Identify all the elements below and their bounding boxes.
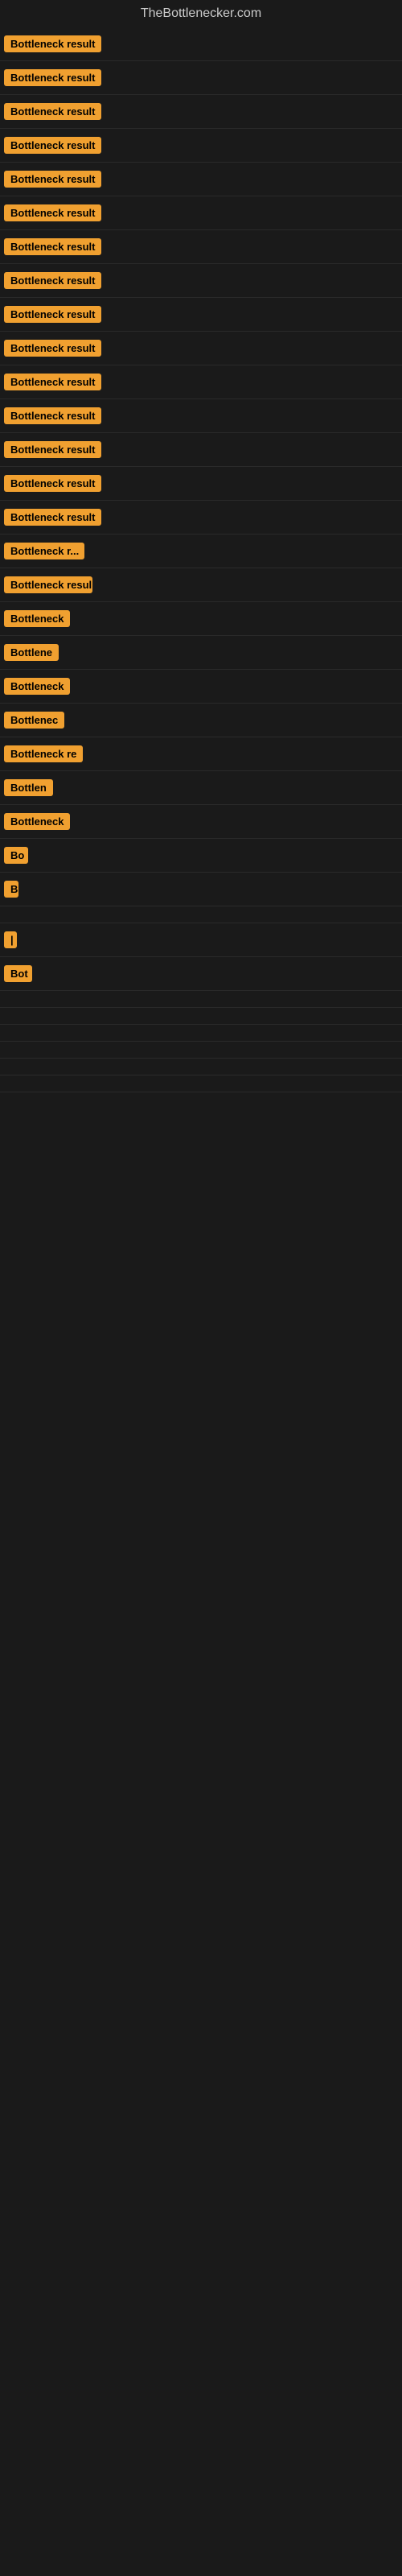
bottleneck-result-badge[interactable]: Bottlene bbox=[4, 644, 59, 661]
list-item: Bottlenec bbox=[0, 704, 402, 737]
list-item: Bottleneck result bbox=[0, 230, 402, 264]
list-item: Bottlen bbox=[0, 771, 402, 805]
list-item: Bottlene bbox=[0, 636, 402, 670]
bottleneck-result-badge[interactable]: Bot bbox=[4, 965, 32, 982]
list-item: B bbox=[0, 873, 402, 906]
bottleneck-result-badge[interactable]: Bottleneck result bbox=[4, 306, 101, 323]
bottleneck-result-badge[interactable]: Bottleneck result bbox=[4, 407, 101, 424]
bottleneck-result-badge[interactable]: Bottleneck bbox=[4, 813, 70, 830]
list-item: Bottleneck result bbox=[0, 467, 402, 501]
list-item bbox=[0, 991, 402, 1008]
list-item bbox=[0, 1059, 402, 1075]
list-item: Bottleneck result bbox=[0, 332, 402, 365]
bottleneck-result-badge[interactable]: Bottlenec bbox=[4, 712, 64, 729]
bottleneck-result-badge[interactable]: Bottleneck result bbox=[4, 137, 101, 154]
list-item: Bottleneck result bbox=[0, 129, 402, 163]
list-item: Bottleneck result bbox=[0, 501, 402, 535]
list-item: Bot bbox=[0, 957, 402, 991]
bottleneck-result-badge[interactable]: Bottleneck result bbox=[4, 475, 101, 492]
bottleneck-result-badge[interactable]: Bottleneck result bbox=[4, 441, 101, 458]
bottleneck-result-badge[interactable]: Bottleneck resul bbox=[4, 576, 92, 593]
list-item: Bottleneck result bbox=[0, 95, 402, 129]
list-item: Bottleneck bbox=[0, 805, 402, 839]
list-item bbox=[0, 1008, 402, 1025]
bottleneck-result-badge[interactable]: Bottleneck result bbox=[4, 103, 101, 120]
bottleneck-result-badge[interactable]: Bottleneck result bbox=[4, 171, 101, 188]
list-item: Bottleneck r... bbox=[0, 535, 402, 568]
list-item: Bottleneck result bbox=[0, 27, 402, 61]
list-item bbox=[0, 1025, 402, 1042]
bottleneck-result-badge[interactable]: Bottleneck result bbox=[4, 204, 101, 221]
list-item: | bbox=[0, 923, 402, 957]
list-item: Bo bbox=[0, 839, 402, 873]
bottleneck-result-badge[interactable]: Bottleneck result bbox=[4, 374, 101, 390]
bottleneck-result-badge[interactable]: Bottleneck result bbox=[4, 340, 101, 357]
list-item: Bottleneck result bbox=[0, 61, 402, 95]
list-item: Bottleneck result bbox=[0, 433, 402, 467]
bottleneck-result-badge[interactable]: Bottleneck bbox=[4, 678, 70, 695]
bottleneck-result-badge[interactable]: Bottlen bbox=[4, 779, 53, 796]
bottleneck-result-badge[interactable]: | bbox=[4, 931, 17, 948]
bottleneck-result-badge[interactable]: Bo bbox=[4, 847, 28, 864]
list-item: Bottleneck result bbox=[0, 163, 402, 196]
bottleneck-result-badge[interactable]: B bbox=[4, 881, 18, 898]
list-item: Bottleneck bbox=[0, 670, 402, 704]
list-item: Bottleneck bbox=[0, 602, 402, 636]
list-item bbox=[0, 1042, 402, 1059]
list-item: Bottleneck result bbox=[0, 365, 402, 399]
bottleneck-result-badge[interactable]: Bottleneck result bbox=[4, 35, 101, 52]
list-item: Bottleneck resul bbox=[0, 568, 402, 602]
list-item: Bottleneck result bbox=[0, 196, 402, 230]
site-title-text: TheBottlenecker.com bbox=[141, 6, 261, 20]
bottleneck-result-badge[interactable]: Bottleneck result bbox=[4, 509, 101, 526]
list-item bbox=[0, 906, 402, 923]
bottleneck-result-badge[interactable]: Bottleneck re bbox=[4, 745, 83, 762]
list-item: Bottleneck result bbox=[0, 399, 402, 433]
bottleneck-result-badge[interactable]: Bottleneck result bbox=[4, 272, 101, 289]
bottleneck-result-badge[interactable]: Bottleneck r... bbox=[4, 543, 84, 559]
site-title: TheBottlenecker.com bbox=[0, 0, 402, 27]
bottleneck-result-badge[interactable]: Bottleneck result bbox=[4, 69, 101, 86]
list-item: Bottleneck result bbox=[0, 264, 402, 298]
list-item: Bottleneck result bbox=[0, 298, 402, 332]
list-item bbox=[0, 1075, 402, 1092]
bottleneck-result-badge[interactable]: Bottleneck bbox=[4, 610, 70, 627]
list-item: Bottleneck re bbox=[0, 737, 402, 771]
bottleneck-result-badge[interactable]: Bottleneck result bbox=[4, 238, 101, 255]
